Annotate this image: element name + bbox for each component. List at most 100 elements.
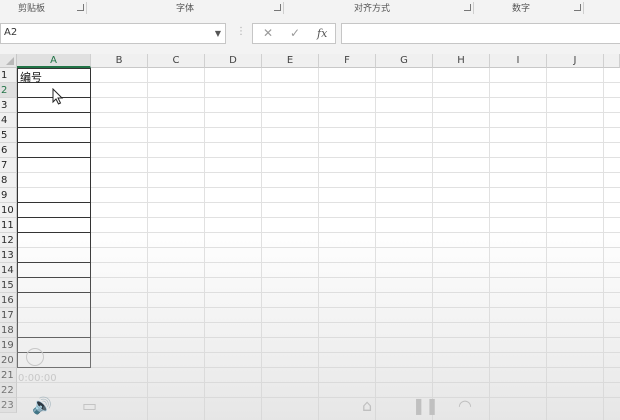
dropdown-arrow-icon[interactable]: ▼ xyxy=(215,29,221,38)
worksheet: A B C D E F G H I J 1 2 3 4 5 6 7 8 9 10… xyxy=(0,54,620,420)
column-header-i[interactable]: I xyxy=(490,54,547,68)
cell-border xyxy=(17,157,91,158)
pause-icon[interactable]: ❚❚ xyxy=(412,398,439,414)
ribbon-group-strip: 剪贴板 字体 对齐方式 数字 xyxy=(0,0,620,17)
row-header-7[interactable]: 7 xyxy=(0,158,17,173)
ribbon-group-font-label: 字体 xyxy=(176,4,195,14)
row-header-23[interactable]: 23 xyxy=(0,398,17,413)
column-header-e[interactable]: E xyxy=(262,54,319,68)
column-header-b[interactable]: B xyxy=(91,54,148,68)
gridline xyxy=(17,307,620,308)
gridline xyxy=(17,202,620,203)
ribbon-group-clipboard: 剪贴板 xyxy=(0,0,87,16)
ribbon-group-number: 数字 xyxy=(474,0,584,16)
gridline xyxy=(17,97,620,98)
row-header-15[interactable]: 15 xyxy=(0,278,17,293)
row-header-17[interactable]: 17 xyxy=(0,308,17,323)
video-progress-dot[interactable] xyxy=(26,348,44,366)
ribbon-group-number-label: 数字 xyxy=(512,4,531,14)
cell-border xyxy=(17,217,91,218)
row-header-6[interactable]: 6 xyxy=(0,143,17,158)
name-box[interactable]: A2 ▼ xyxy=(0,23,226,44)
number-dialog-launcher-icon[interactable] xyxy=(574,4,581,11)
alignment-dialog-launcher-icon[interactable] xyxy=(464,4,471,11)
gridline xyxy=(17,112,620,113)
column-header-k[interactable] xyxy=(604,54,620,68)
gridline xyxy=(17,142,620,143)
row-header-8[interactable]: 8 xyxy=(0,173,17,188)
formula-bar: A2 ▼ ⋮ ✕ ✓ fx xyxy=(0,16,620,54)
row-header-12[interactable]: 12 xyxy=(0,233,17,248)
cell-grid[interactable]: 编号 xyxy=(17,68,620,420)
cell-border xyxy=(17,337,91,338)
column-header-a[interactable]: A xyxy=(17,54,91,68)
cell-border xyxy=(17,292,91,293)
gridline xyxy=(17,277,620,278)
row-header-3[interactable]: 3 xyxy=(0,98,17,113)
ribbon-group-alignment: 对齐方式 xyxy=(284,0,474,16)
column-header-g[interactable]: G xyxy=(376,54,433,68)
gridline xyxy=(17,322,620,323)
tablet-icon[interactable]: ⌂ xyxy=(362,398,372,414)
column-header-j[interactable]: J xyxy=(547,54,604,68)
row-header-13[interactable]: 13 xyxy=(0,248,17,263)
fx-icon[interactable]: fx xyxy=(317,27,327,40)
column-header-d[interactable]: D xyxy=(205,54,262,68)
formula-bar-buttons: ✕ ✓ fx xyxy=(252,23,336,44)
ribbon-group-font: 字体 xyxy=(87,0,284,16)
row-header-4[interactable]: 4 xyxy=(0,113,17,128)
gridline xyxy=(17,292,620,293)
settings-icon[interactable]: ◠ xyxy=(458,398,472,414)
gridline xyxy=(17,262,620,263)
row-header-1[interactable]: 1 xyxy=(0,68,17,83)
row-header-9[interactable]: 9 xyxy=(0,188,17,203)
ribbon-divider xyxy=(583,2,584,14)
cancel-icon[interactable]: ✕ xyxy=(263,26,273,40)
row-header-19[interactable]: 19 xyxy=(0,338,17,353)
enter-icon[interactable]: ✓ xyxy=(290,26,300,40)
gridline xyxy=(17,352,620,353)
gridline xyxy=(17,187,620,188)
row-header-11[interactable]: 11 xyxy=(0,218,17,233)
cell-border xyxy=(17,232,91,233)
row-header-21[interactable]: 21 xyxy=(0,368,17,383)
ribbon-group-clipboard-label: 剪贴板 xyxy=(18,4,46,14)
column-header-h[interactable]: H xyxy=(433,54,490,68)
row-header-18[interactable]: 18 xyxy=(0,323,17,338)
cell-border xyxy=(17,277,91,278)
gridline xyxy=(17,232,620,233)
gridline xyxy=(17,337,620,338)
gridline xyxy=(17,127,620,128)
gridline xyxy=(17,247,620,248)
cell-border xyxy=(17,142,91,143)
column-headers: A B C D E F G H I J xyxy=(17,54,620,68)
gridline xyxy=(17,382,620,383)
row-header-5[interactable]: 5 xyxy=(0,128,17,143)
cell-a1[interactable]: 编号 xyxy=(20,69,42,85)
row-header-14[interactable]: 14 xyxy=(0,263,17,278)
select-all-button[interactable] xyxy=(0,54,17,68)
row-header-16[interactable]: 16 xyxy=(0,293,17,308)
gridline xyxy=(17,172,620,173)
formula-input[interactable] xyxy=(341,23,620,44)
volume-icon[interactable]: 🔊 xyxy=(32,398,52,414)
gridline xyxy=(17,217,620,218)
clipboard-dialog-launcher-icon[interactable] xyxy=(77,4,84,11)
gridline xyxy=(17,367,620,368)
subtitle-icon[interactable]: ▭ xyxy=(82,398,97,414)
cell-border xyxy=(17,202,91,203)
name-box-value: A2 xyxy=(4,27,18,38)
row-header-20[interactable]: 20 xyxy=(0,353,17,368)
row-header-2[interactable]: 2 xyxy=(0,83,17,98)
row-header-10[interactable]: 10 xyxy=(0,203,17,218)
cell-border xyxy=(17,112,91,113)
row-header-22[interactable]: 22 xyxy=(0,383,17,398)
ribbon-group-alignment-label: 对齐方式 xyxy=(354,4,391,14)
cell-border xyxy=(17,127,91,128)
column-header-c[interactable]: C xyxy=(148,54,205,68)
column-header-f[interactable]: F xyxy=(319,54,376,68)
formula-bar-resize-handle[interactable]: ⋮ xyxy=(236,26,246,37)
cell-border xyxy=(17,262,91,263)
video-time: 0:00:00 xyxy=(18,373,57,384)
font-dialog-launcher-icon[interactable] xyxy=(274,4,281,11)
